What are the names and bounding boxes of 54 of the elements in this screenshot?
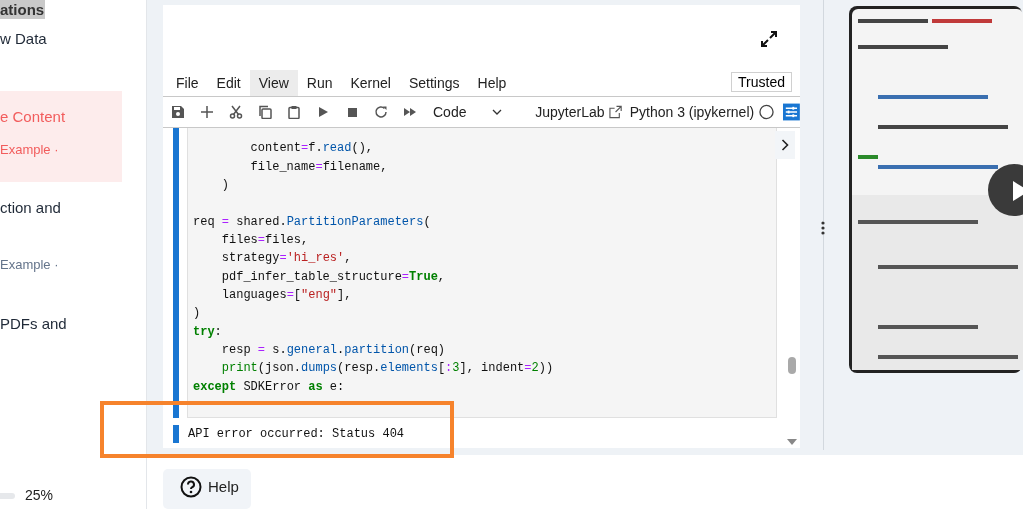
external-link-icon[interactable]	[608, 105, 622, 119]
menu-item[interactable]: Help	[468, 70, 516, 96]
menu-item[interactable]: File	[167, 70, 208, 96]
menu-item[interactable]: Kernel	[341, 70, 400, 96]
code-line: strategy='hi_res',	[220, 250, 352, 268]
stop-icon[interactable]	[345, 105, 359, 119]
caret-icon	[492, 109, 503, 115]
menu-item[interactable]: View	[249, 70, 298, 96]
code-line: )	[193, 305, 201, 323]
more-icon[interactable]	[821, 221, 825, 235]
output-marker	[173, 425, 179, 443]
collapse-button[interactable]	[775, 131, 795, 159]
progress-reading: 25%	[25, 486, 54, 505]
menu-item[interactable]: Run	[297, 70, 342, 96]
code-line: resp = s.general.partition(req)	[220, 341, 446, 359]
restart-icon[interactable]	[374, 105, 388, 119]
help-icon	[180, 476, 202, 498]
code-line: content=f.read(),	[249, 140, 374, 158]
settings-icon[interactable]	[783, 103, 800, 121]
code-line: req = shared.PartitionParameters(	[193, 213, 431, 231]
code-line: file_name=filename,	[249, 158, 388, 176]
scissors-icon[interactable]	[229, 105, 243, 119]
copy-icon[interactable]	[258, 105, 272, 119]
code-line: except SDKError as e:	[193, 378, 345, 396]
menu-item[interactable]: Settings	[399, 70, 469, 96]
help-button[interactable]: Help	[163, 469, 251, 509]
section-heading: ations	[0, 0, 46, 19]
item-meta: Example ·	[0, 256, 59, 274]
kernel-status-icon	[759, 104, 775, 120]
add-icon[interactable]	[200, 105, 214, 119]
run-icon[interactable]	[316, 105, 330, 119]
save-icon[interactable]	[171, 105, 185, 119]
launcher-link[interactable]: JupyterLab	[535, 101, 605, 123]
fast-forward-icon[interactable]	[403, 105, 417, 119]
chevron-icon	[781, 139, 789, 151]
kernel-name[interactable]: Python 3 (ipykernel)	[629, 101, 755, 123]
scrollbar-thumb[interactable]	[788, 357, 796, 374]
expand-icon[interactable]	[760, 30, 778, 48]
progress-track	[0, 492, 15, 499]
sidebar-item-title[interactable]: PDFs and	[0, 313, 67, 336]
code-line: print(json.dumps(resp.elements[:3], indent=2))	[220, 360, 554, 378]
paste-icon[interactable]	[287, 105, 301, 119]
trusted-button[interactable]: Trusted	[731, 72, 792, 92]
code-line: try:	[193, 323, 222, 341]
output-text: API error occurred: Status 404	[188, 426, 405, 443]
code-line: )	[220, 177, 229, 194]
scroll-down-icon[interactable]	[787, 439, 797, 445]
code-line: languages=["eng"],	[220, 286, 352, 304]
code-line: pdf_infer_table_structure=True,	[220, 268, 446, 286]
sidebar-item-title[interactable]: w Data	[0, 28, 47, 51]
cell-type-dropdown[interactable]: Code	[433, 101, 507, 123]
menu-item[interactable]: Edit	[207, 70, 250, 96]
sidebar-item-title[interactable]: ction and	[0, 197, 61, 220]
code-line: files=files,	[220, 231, 309, 249]
